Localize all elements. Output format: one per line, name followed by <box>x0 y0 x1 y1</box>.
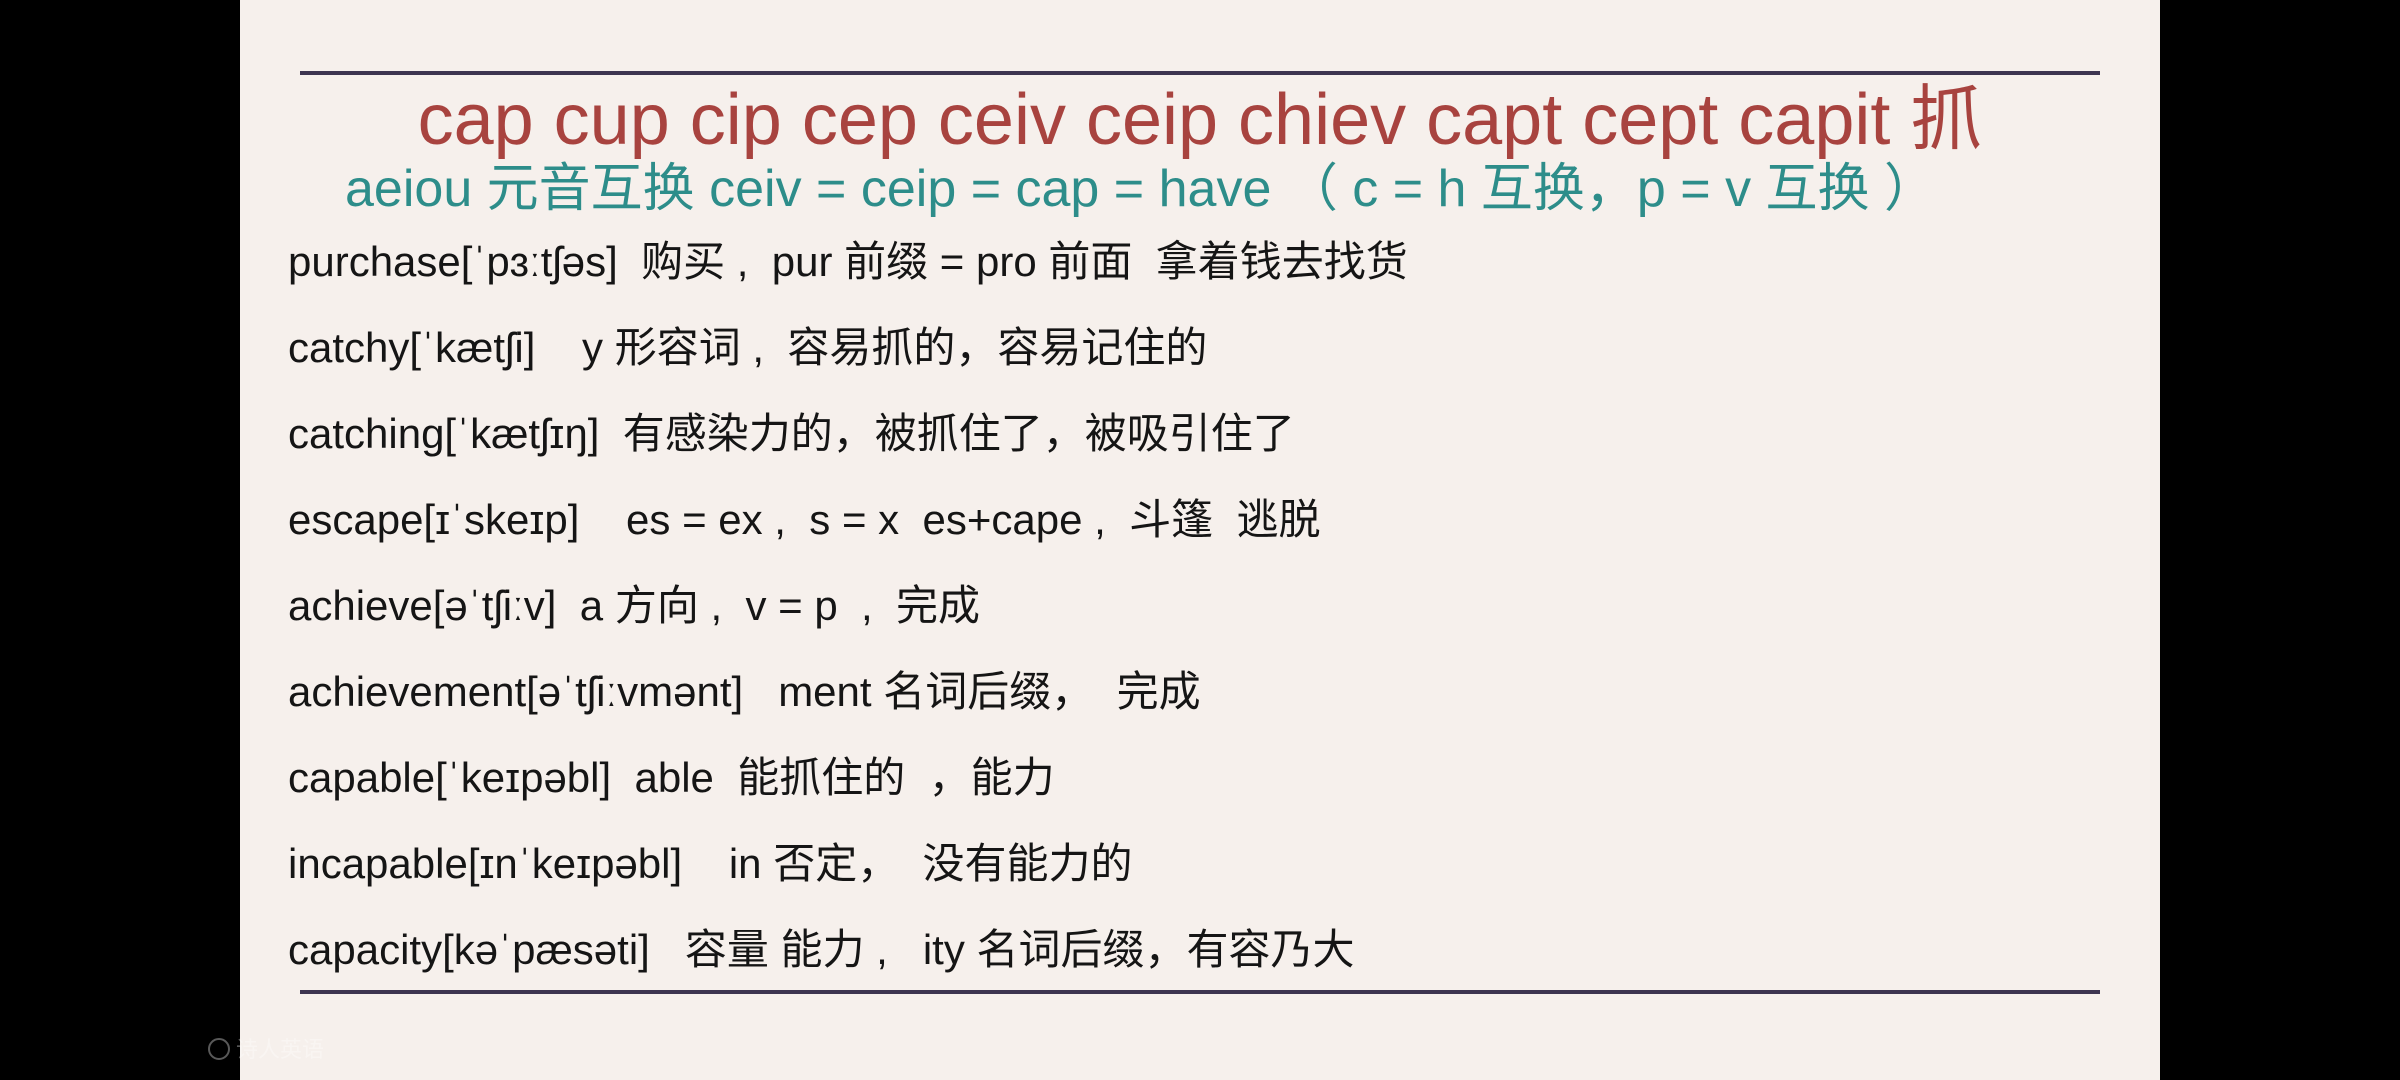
vocabulary-entry: incapable[ɪnˈkeɪpəbl] in 否定， 没有能力的 <box>288 840 1133 887</box>
vocabulary-entry: capable[ˈkeɪpəbl] able 能抓住的 ，能力 <box>288 754 1055 801</box>
slide: cap cup cip cep ceiv ceip chiev capt cep… <box>240 0 2160 1080</box>
vocabulary-list: purchase[ˈpɜːtʃəs] 购买 , pur 前缀 = pro 前面 … <box>288 232 1408 1006</box>
vocabulary-entry: catching[ˈkætʃɪŋ] 有感染力的，被抓住了，被吸引住了 <box>288 410 1295 457</box>
vocabulary-entry: achievement[əˈtʃiːvmənt] ment 名词后缀， 完成 <box>288 668 1201 715</box>
watermark-text: 诗人英语 <box>236 1037 325 1062</box>
top-divider <box>300 71 2100 75</box>
account-icon <box>208 1038 230 1060</box>
watermark: 诗人英语 <box>208 1036 324 1064</box>
slide-title: cap cup cip cep ceiv ceip chiev capt cep… <box>417 80 1983 160</box>
vocabulary-entry: achieve[əˈtʃiːv] a 方向 , v = p , 完成 <box>288 582 981 629</box>
vocabulary-entry: catchy[ˈkætʃi] y 形容词 , 容易抓的，容易记住的 <box>288 324 1208 371</box>
slide-subtitle: aeiou 元音互换 ceiv = ceip = cap = have （ c … <box>345 160 1936 218</box>
vocabulary-entry: purchase[ˈpɜːtʃəs] 购买 , pur 前缀 = pro 前面 … <box>288 238 1408 285</box>
vocabulary-entry: escape[ɪˈskeɪp] es = ex , s = x es+cape … <box>288 496 1321 543</box>
bottom-divider <box>300 990 2100 994</box>
